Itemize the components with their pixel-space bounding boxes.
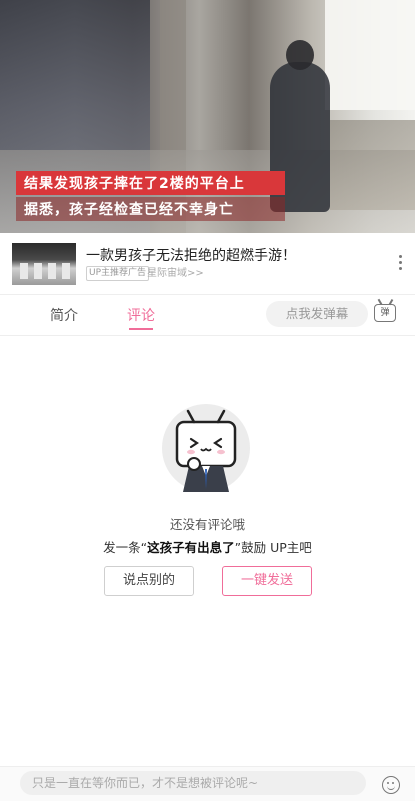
ad-banner[interactable]: 一款男孩子无法拒绝的超燃手游！ UP主推荐广告 星际宙域>> — [0, 233, 415, 293]
danmaku-toggle-icon[interactable]: 弹 — [374, 304, 396, 322]
tab-comment[interactable]: 评论 — [127, 305, 155, 325]
comment-input[interactable]: 只是一直在等你而已，才不是想被评论呢~ — [20, 771, 366, 795]
video-caption-line2: 据悉，孩子经检查已经不幸身亡 — [16, 197, 285, 221]
emoji-icon[interactable] — [382, 776, 400, 794]
ad-source-link[interactable]: 星际宙域>> — [147, 266, 204, 281]
ad-thumbnail-detail — [20, 263, 28, 279]
video-frame-sky — [325, 0, 415, 110]
ad-thumbnail-detail — [62, 263, 70, 279]
ad-thumbnail[interactable] — [12, 243, 76, 285]
active-tab-indicator — [129, 328, 153, 330]
suggested-comment-highlight: 这孩子有出息了 — [147, 540, 235, 555]
tv-mascot-icon — [162, 404, 250, 492]
suggested-comment-suffix: ”鼓励 UP主吧 — [234, 540, 312, 555]
video-player[interactable]: 结果发现孩子摔在了2楼的平台上 据悉，孩子经检查已经不幸身亡 — [0, 0, 415, 233]
ad-thumbnail-detail — [48, 263, 56, 279]
suggested-comment-prefix: 发一条“ — [103, 540, 148, 555]
tab-bar: 简介 评论 点我发弹幕 弹 — [0, 294, 415, 336]
empty-comment-hint: 还没有评论哦 — [169, 517, 245, 532]
more-vertical-icon[interactable] — [399, 255, 403, 273]
ad-badge: UP主推荐广告 — [86, 266, 150, 281]
one-click-send-button[interactable]: 一键发送 — [222, 566, 312, 596]
video-frame-railing — [330, 120, 415, 210]
video-caption-line1: 结果发现孩子摔在了2楼的平台上 — [16, 171, 285, 195]
ad-thumbnail-detail — [34, 263, 42, 279]
ad-title[interactable]: 一款男孩子无法拒绝的超燃手游！ — [86, 245, 296, 265]
video-frame-person-head — [286, 40, 314, 70]
say-something-else-button[interactable]: 说点别的 — [104, 566, 194, 596]
suggested-comment-text: 发一条“这孩子有出息了”鼓励 UP主吧 — [0, 537, 415, 556]
danmaku-input[interactable]: 点我发弹幕 — [266, 301, 368, 327]
tab-intro[interactable]: 简介 — [50, 305, 78, 325]
comment-bar: 只是一直在等你而已，才不是想被评论呢~ — [0, 766, 415, 801]
